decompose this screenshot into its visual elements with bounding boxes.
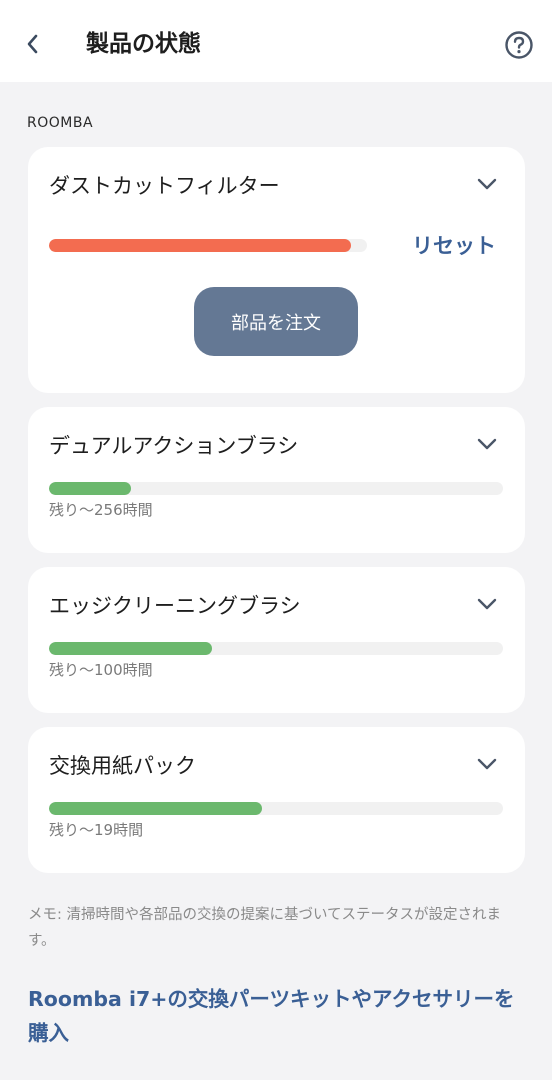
question-circle-icon (505, 31, 533, 59)
part-life-fill (49, 642, 213, 655)
part-life-bar (49, 239, 367, 252)
part-life-fill (49, 239, 352, 252)
part-card-dual-brush: デュアルアクションブラシ 残り〜256時間 (28, 407, 525, 553)
expand-button[interactable] (474, 171, 500, 197)
part-card-edge-brush: エッジクリーニングブラシ 残り〜100時間 (28, 567, 525, 713)
order-part-button[interactable]: 部品を注文 (194, 287, 358, 356)
part-card-dust-filter: ダストカットフィルター リセット 部品を注文 (28, 147, 525, 393)
expand-button[interactable] (474, 431, 500, 457)
buy-parts-link[interactable]: Roomba i7+の交換パーツキットやアクセサリーを購入 (28, 982, 528, 1050)
chevron-down-icon (477, 438, 497, 450)
part-life-fill (49, 802, 263, 815)
part-life-bar (49, 802, 503, 815)
chevron-down-icon (477, 178, 497, 190)
remaining-hours: 残り〜256時間 (49, 501, 153, 519)
section-label: ROOMBA (27, 115, 94, 131)
chevron-left-icon (27, 34, 38, 54)
remaining-hours: 残り〜100時間 (49, 661, 153, 679)
part-name: ダストカットフィルター (49, 174, 280, 198)
help-button[interactable] (502, 28, 536, 62)
expand-button[interactable] (474, 591, 500, 617)
back-button[interactable] (16, 26, 48, 62)
part-name: エッジクリーニングブラシ (49, 594, 301, 618)
part-name: デュアルアクションブラシ (49, 434, 299, 458)
part-card-paper-bag: 交換用紙パック 残り〜19時間 (28, 727, 525, 873)
part-name: 交換用紙パック (49, 754, 196, 778)
status-note: メモ: 清掃時間や各部品の交換の提案に基づいてステータスが設定されます。 (28, 907, 502, 949)
part-life-bar (49, 482, 503, 495)
chevron-down-icon (477, 598, 497, 610)
chevron-down-icon (477, 758, 497, 770)
page-title: 製品の状態 (86, 31, 201, 57)
remaining-hours: 残り〜19時間 (49, 821, 144, 839)
app-header: 製品の状態 (0, 0, 552, 82)
reset-button[interactable]: リセット (412, 231, 496, 261)
expand-button[interactable] (474, 751, 500, 777)
part-life-fill (49, 482, 131, 495)
part-life-bar (49, 642, 503, 655)
